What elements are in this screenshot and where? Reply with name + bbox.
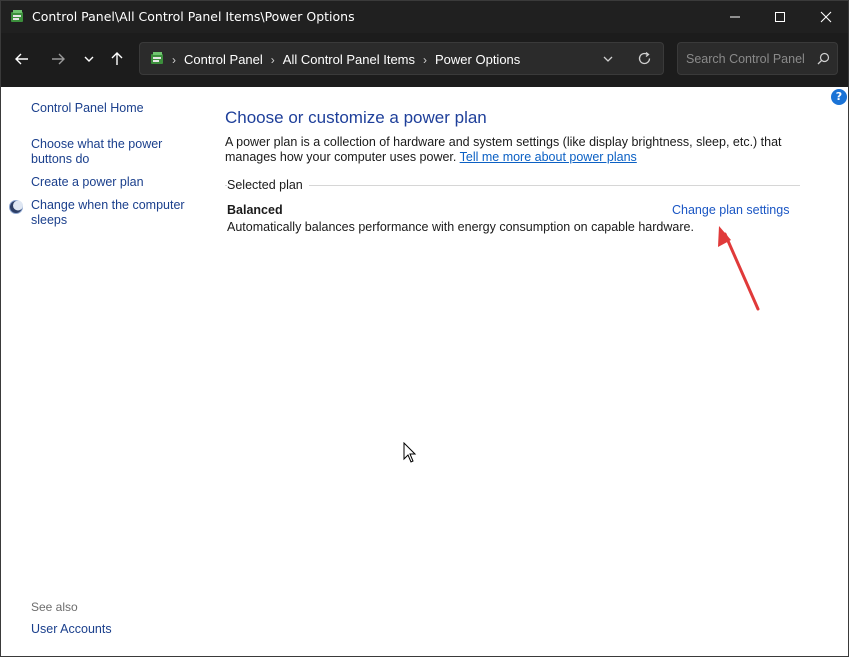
change-plan-settings-link[interactable]: Change plan settings xyxy=(672,203,789,217)
navigation-bar: › Control Panel › All Control Panel Item… xyxy=(1,33,848,87)
chevron-right-icon[interactable]: › xyxy=(172,53,176,67)
minimize-button[interactable] xyxy=(712,1,758,33)
title-bar[interactable]: Control Panel\All Control Panel Items\Po… xyxy=(1,1,848,33)
task-pane: Control Panel Home Choose what the power… xyxy=(1,87,201,656)
chevron-down-icon xyxy=(84,56,94,62)
maximize-icon xyxy=(775,12,785,22)
chevron-right-icon[interactable]: › xyxy=(271,53,275,67)
page-description: A power plan is a collection of hardware… xyxy=(225,135,815,165)
breadcrumb-power-options[interactable]: Power Options xyxy=(435,52,520,67)
arrow-left-icon xyxy=(15,53,28,65)
see-also-heading: See also xyxy=(31,600,78,614)
search-input[interactable] xyxy=(686,50,814,68)
group-divider xyxy=(225,185,800,186)
main-panel: Choose or customize a power plan A power… xyxy=(225,87,825,656)
back-button[interactable] xyxy=(9,46,35,72)
create-power-plan-link[interactable]: Create a power plan xyxy=(31,175,196,190)
window-title: Control Panel\All Control Panel Items\Po… xyxy=(32,9,355,24)
plan-description: Automatically balances performance with … xyxy=(227,220,694,234)
selected-plan-heading: Selected plan xyxy=(227,178,309,192)
red-arrow-annotation xyxy=(718,226,760,311)
address-dropdown-icon[interactable] xyxy=(602,53,614,65)
control-panel-home-link[interactable]: Control Panel Home xyxy=(31,101,196,116)
power-options-window: Control Panel\All Control Panel Items\Po… xyxy=(0,0,849,657)
breadcrumb: › Control Panel › All Control Panel Item… xyxy=(172,51,520,68)
moon-icon xyxy=(9,200,23,214)
chevron-right-icon[interactable]: › xyxy=(423,53,427,67)
content-area: Control Panel Home Choose what the power… xyxy=(1,87,848,656)
up-button[interactable] xyxy=(104,46,130,72)
minimize-icon xyxy=(730,16,740,18)
arrow-right-icon xyxy=(52,53,65,65)
close-button[interactable] xyxy=(803,1,848,33)
address-bar[interactable]: › Control Panel › All Control Panel Item… xyxy=(139,42,664,75)
breadcrumb-all-items[interactable]: All Control Panel Items xyxy=(283,52,415,67)
forward-button[interactable] xyxy=(45,46,71,72)
maximize-button[interactable] xyxy=(757,1,803,33)
mouse-pointer-icon xyxy=(403,442,417,463)
refresh-icon[interactable] xyxy=(637,51,652,66)
recent-locations-button[interactable] xyxy=(76,46,102,72)
control-panel-icon xyxy=(11,10,23,22)
arrow-up-icon xyxy=(111,52,123,65)
computer-sleeps-link[interactable]: Change when the computer sleeps xyxy=(31,198,191,228)
user-accounts-link[interactable]: User Accounts xyxy=(31,622,196,637)
page-title: Choose or customize a power plan xyxy=(225,108,487,127)
search-box[interactable] xyxy=(677,42,838,75)
plan-name: Balanced xyxy=(227,203,283,217)
close-icon xyxy=(820,11,832,23)
breadcrumb-control-panel[interactable]: Control Panel xyxy=(184,52,263,67)
search-icon[interactable] xyxy=(817,52,830,65)
control-panel-icon xyxy=(151,52,163,64)
power-buttons-link[interactable]: Choose what the power buttons do xyxy=(31,137,171,167)
learn-more-link[interactable]: Tell me more about power plans xyxy=(460,150,637,164)
help-icon[interactable]: ? xyxy=(831,89,847,105)
